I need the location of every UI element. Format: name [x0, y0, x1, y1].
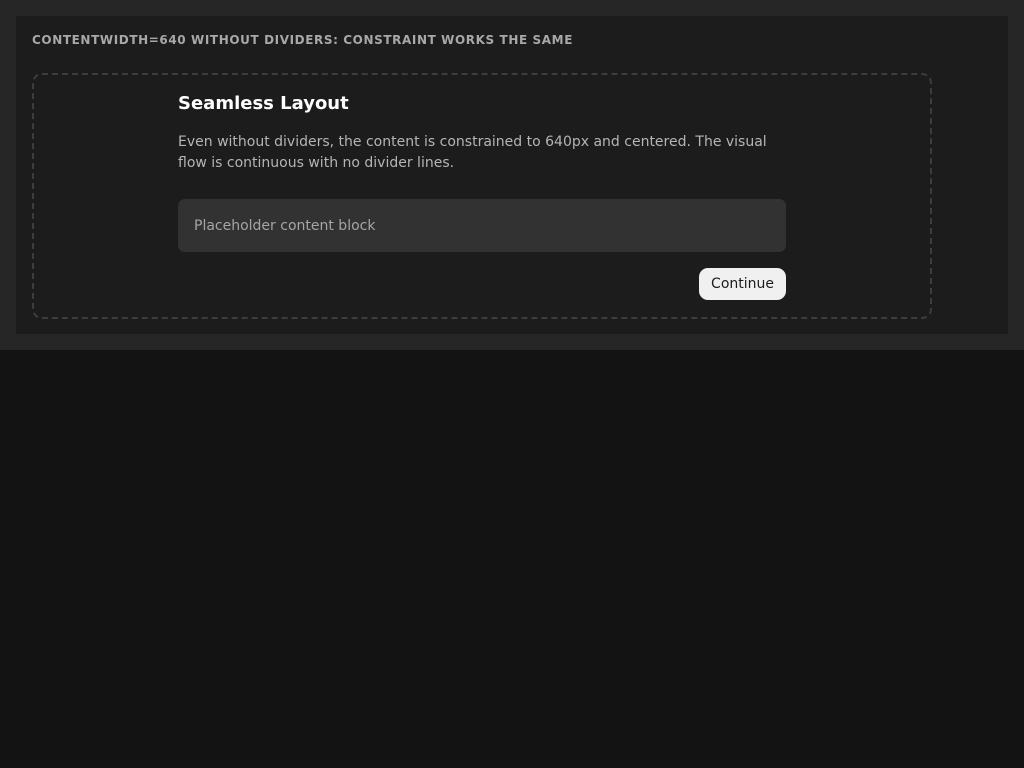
dashed-layout-frame: Seamless Layout Even without dividers, t…	[32, 73, 932, 319]
demo-panel: CONTENTWIDTH=640 WITHOUT DIVIDERS: CONST…	[16, 16, 1008, 334]
layout-description: Even without dividers, the content is co…	[178, 134, 767, 171]
continue-button[interactable]: Continue	[699, 268, 786, 300]
layout-title: Seamless Layout	[178, 93, 349, 114]
demo-section-background: CONTENTWIDTH=640 WITHOUT DIVIDERS: CONST…	[0, 0, 1024, 350]
placeholder-content-label: Placeholder content block	[194, 218, 376, 234]
section-heading: CONTENTWIDTH=640 WITHOUT DIVIDERS: CONST…	[32, 33, 574, 47]
constrained-content: Seamless Layout Even without dividers, t…	[178, 75, 786, 317]
placeholder-content-block: Placeholder content block	[178, 199, 786, 252]
